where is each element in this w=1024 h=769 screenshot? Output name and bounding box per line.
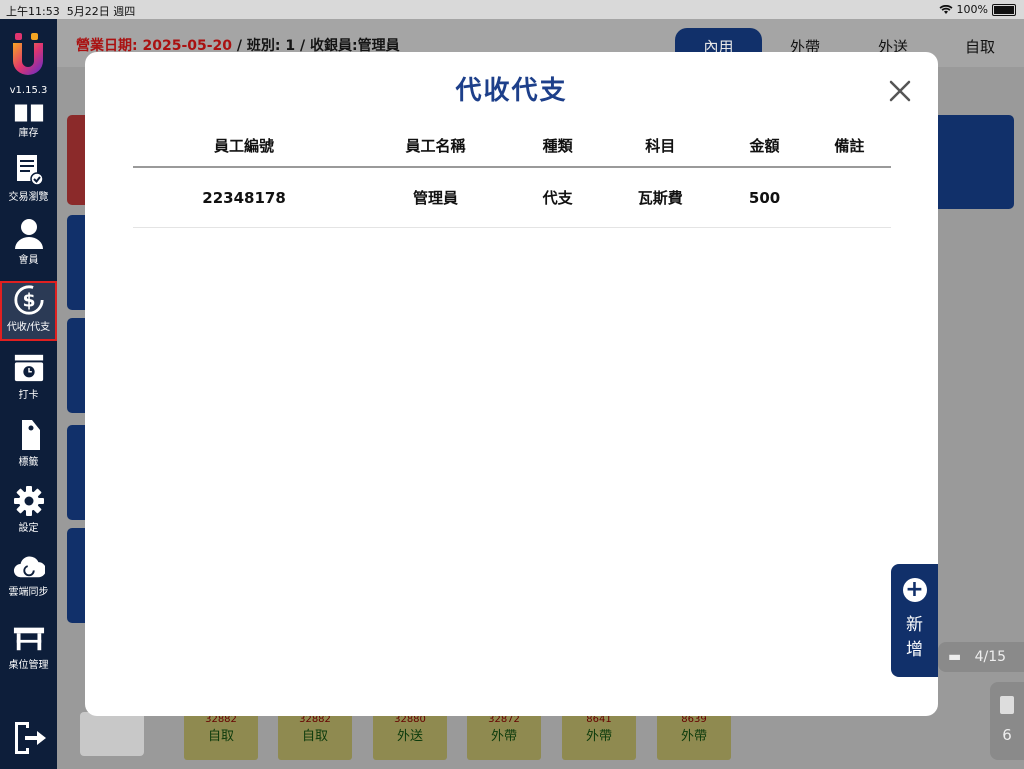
app-logo — [13, 33, 43, 75]
tab-pickup[interactable]: 自取 — [945, 28, 1015, 66]
ticket[interactable]: 8641 外帶 — [562, 712, 636, 760]
person-icon — [13, 217, 45, 249]
sidebar-item-settings[interactable]: 設定 — [0, 485, 57, 534]
wifi-icon — [939, 4, 953, 14]
status-time: 上午11:53 — [6, 5, 60, 18]
sidebar-item-inventory[interactable]: 庫存 — [0, 104, 57, 139]
sidebar-item-label: 標籤 — [18, 457, 39, 468]
sidebar-item-table-mgmt[interactable]: 桌位管理 — [0, 622, 57, 671]
sidebar-item-label: 交易瀏覽 — [8, 192, 49, 203]
sidebar: v1.15.3 庫存 交易瀏覽 會員 $ 代收/代支 打卡 標籤 設定 雲端同步… — [0, 19, 57, 769]
sidebar-item-label: 設定 — [18, 523, 39, 534]
col-employee-name: 員工名稱 — [355, 124, 517, 168]
table-icon — [13, 622, 45, 654]
close-icon[interactable] — [885, 76, 915, 106]
battery-percent: 100% — [956, 3, 988, 16]
cell-type: 代支 — [516, 167, 600, 228]
ticket-type: 外送 — [396, 729, 423, 744]
sidebar-item-collect-pay[interactable]: $ 代收/代支 — [0, 281, 57, 341]
ticket-type: 自取 — [207, 729, 234, 744]
table-count-badge: ▬ 4/15 — [938, 642, 1024, 672]
svg-text:$: $ — [22, 291, 35, 312]
order-count: 6 — [1002, 726, 1012, 744]
add-ticket-button[interactable] — [80, 712, 144, 756]
sidebar-item-cloud-sync[interactable]: 雲端同步 — [0, 549, 57, 598]
book-icon — [13, 104, 45, 122]
gear-icon — [13, 485, 45, 517]
sidebar-item-members[interactable]: 會員 — [0, 217, 57, 266]
sidebar-item-label: 打卡 — [18, 390, 39, 401]
modal-title: 代收代支 — [455, 76, 568, 106]
ticket-type: 外帶 — [585, 729, 612, 744]
table-icon: ▬ — [948, 649, 962, 665]
sidebar-item-tags[interactable]: 標籤 — [0, 419, 57, 468]
sidebar-item-label: 代收/代支 — [6, 322, 51, 333]
receipt-check-icon — [13, 154, 45, 186]
sidebar-item-label: 庫存 — [18, 128, 39, 139]
plus-circle-icon: + — [902, 578, 927, 602]
app-version: v1.15.3 — [9, 85, 48, 96]
add-button[interactable]: + 新 增 — [891, 564, 938, 677]
sidebar-item-label: 會員 — [18, 255, 39, 266]
col-employee-id: 員工編號 — [133, 124, 356, 168]
tag-icon — [13, 419, 45, 451]
ticket-type: 外帶 — [490, 729, 517, 744]
table-count: 4/15 — [974, 649, 1007, 665]
ticket-type: 自取 — [301, 729, 328, 744]
ticket[interactable]: 32880 外送 — [373, 712, 447, 760]
sidebar-item-punch[interactable]: 打卡 — [0, 352, 57, 401]
logout-icon[interactable] — [13, 720, 47, 756]
col-note: 備註 — [807, 124, 891, 168]
col-subject: 科目 — [599, 124, 722, 168]
status-bar: 上午11:53 5月22日 週四 100% — [0, 0, 1024, 19]
collect-pay-table: 員工編號 員工名稱 種類 科目 金額 備註 22348178 管理員 代支 瓦斯… — [133, 124, 891, 228]
ticket[interactable]: 8639 外帶 — [657, 712, 731, 760]
order-count-badge[interactable]: 6 — [990, 682, 1024, 760]
battery-icon — [992, 3, 1016, 16]
punch-clock-icon — [13, 352, 45, 384]
collect-pay-modal: 代收代支 員工編號 員工名稱 種類 科目 金額 備註 22348178 管理員 … — [85, 52, 938, 716]
cell-subject: 瓦斯費 — [599, 167, 722, 228]
ticket[interactable]: 32872 外帶 — [467, 712, 541, 760]
cell-employee-id: 22348178 — [133, 167, 356, 228]
ticket[interactable]: 32882 自取 — [278, 712, 352, 760]
cell-employee-name: 管理員 — [355, 167, 517, 228]
dollar-cycle-icon: $ — [13, 284, 45, 316]
col-type: 種類 — [516, 124, 600, 168]
sidebar-item-label: 桌位管理 — [8, 660, 49, 671]
table-row[interactable]: 22348178 管理員 代支 瓦斯費 500 — [133, 167, 891, 228]
status-date: 5月22日 週四 — [66, 5, 136, 18]
cell-note — [807, 167, 891, 228]
sidebar-item-label: 雲端同步 — [8, 587, 49, 598]
document-icon — [1000, 696, 1014, 714]
cloud-sync-icon — [13, 549, 45, 581]
ticket[interactable]: 32882 自取 — [184, 712, 258, 760]
col-amount: 金額 — [721, 124, 808, 168]
table-header-row: 員工編號 員工名稱 種類 科目 金額 備註 — [133, 124, 891, 168]
ticket-type: 外帶 — [680, 729, 707, 744]
table-card[interactable] — [930, 115, 1014, 209]
cell-amount: 500 — [721, 167, 808, 228]
add-button-label-1: 新 — [906, 615, 923, 635]
sidebar-item-transactions[interactable]: 交易瀏覽 — [0, 154, 57, 203]
add-button-label-2: 增 — [906, 640, 923, 660]
